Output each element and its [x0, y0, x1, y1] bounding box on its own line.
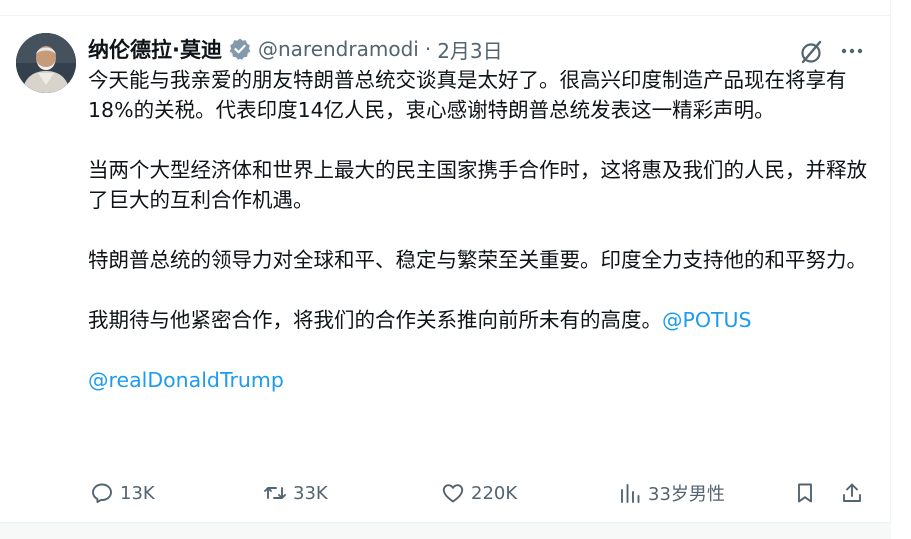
author-handle[interactable]: @narendramodi: [258, 37, 419, 61]
grok-icon[interactable]: [798, 38, 826, 66]
verified-badge-icon: [228, 37, 252, 61]
repost-count: 33K: [293, 482, 328, 504]
share-icon: [843, 483, 861, 502]
right-divider: [890, 0, 891, 539]
views-button[interactable]: 33岁男性: [618, 478, 725, 508]
reply-count: 13K: [120, 482, 155, 504]
post-paragraph: 当两个大型经济体和世界上最大的民主国家携手合作时，这将惠及我们的人民，并释放了巨…: [88, 158, 867, 212]
post-paragraph: 今天能与我亲爱的朋友特朗普总统交谈真是太好了。很高兴印度制造产品现在将享有18%…: [88, 68, 847, 122]
post-paragraph-mention: @realDonaldTrump: [88, 365, 868, 395]
views-label: 33岁男性: [648, 484, 725, 505]
mention-link-realdonaldtrump[interactable]: @realDonaldTrump: [88, 368, 284, 392]
author-name[interactable]: 纳伦德拉·莫迪: [88, 34, 222, 64]
bookmark-button[interactable]: [793, 478, 823, 508]
like-button[interactable]: 220K: [441, 478, 517, 508]
header-separator: ·: [424, 37, 432, 61]
reply-button[interactable]: 13K: [90, 478, 155, 508]
bookmark-icon: [798, 483, 812, 503]
reply-icon: [92, 483, 112, 503]
like-count: 220K: [471, 482, 518, 504]
repost-icon: [264, 487, 286, 499]
analytics-icon: [621, 484, 640, 503]
post-paragraph: 特朗普总统的领导力对全球和平、稳定与繁荣至关重要。印度全力支持他的和平努力。: [88, 248, 867, 272]
more-options-icon[interactable]: [839, 40, 865, 62]
heart-icon: [442, 484, 464, 503]
post-paragraph-text: 我期待与他紧密合作，将我们的合作关系推向前所未有的高度。: [88, 308, 662, 332]
mention-link-potus[interactable]: @POTUS: [662, 308, 752, 332]
repost-button[interactable]: 33K: [263, 478, 328, 508]
post-date[interactable]: 2月3日: [437, 35, 502, 64]
action-bar: 13K 33K 220K 33岁男性: [88, 478, 878, 508]
next-post-edge: [0, 523, 891, 539]
post-header: 纳伦德拉·莫迪 @narendramodi · 2月3日: [88, 34, 503, 64]
top-divider: [0, 15, 891, 16]
share-button[interactable]: [840, 478, 870, 508]
post-paragraph-last: 我期待与他紧密合作，将我们的合作关系推向前所未有的高度。@POTUS: [88, 305, 868, 335]
post-text: 今天能与我亲爱的朋友特朗普总统交谈真是太好了。很高兴印度制造产品现在将享有18%…: [88, 65, 868, 395]
author-avatar[interactable]: [16, 33, 76, 93]
